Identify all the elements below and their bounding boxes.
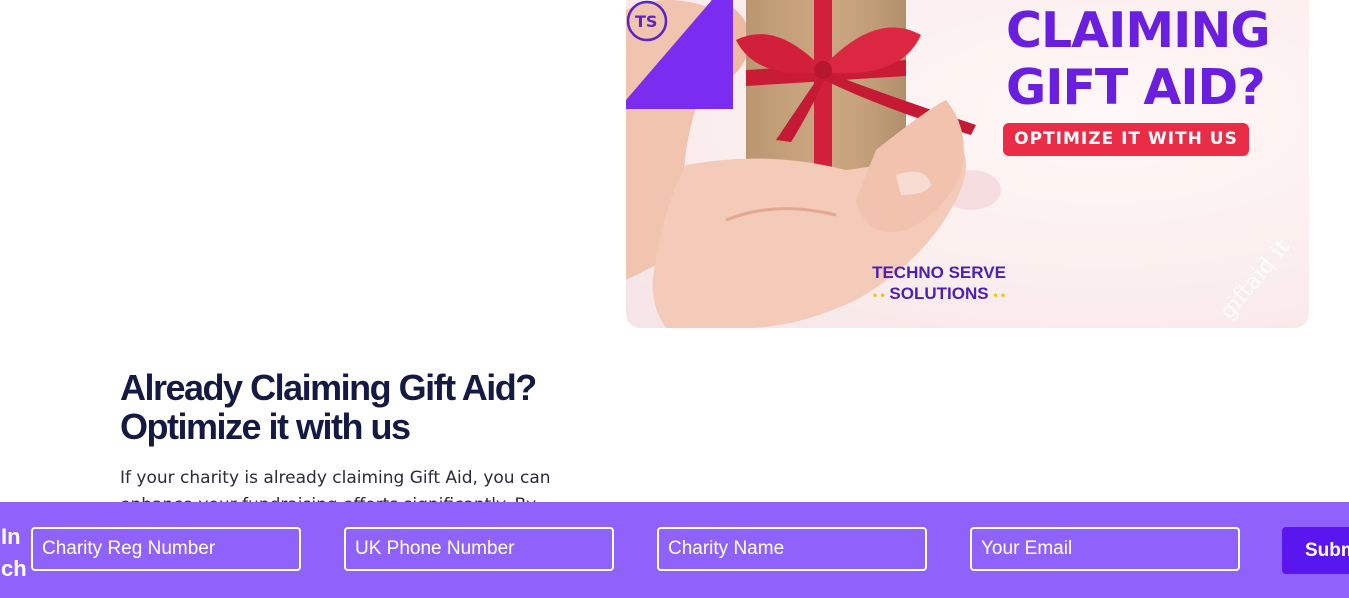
- banner-tagline-pill: OPTIMIZE IT WITH US: [1003, 123, 1249, 156]
- lead-form-bar: In ch Submit: [0, 502, 1349, 598]
- uk-phone-number-input[interactable]: [344, 527, 614, 571]
- gift-aid-banner-image: CLAIMING GIFT AID? OPTIMIZE IT WITH US T…: [626, 0, 1309, 328]
- submit-button[interactable]: Submit: [1282, 527, 1349, 574]
- charity-name-input[interactable]: [657, 527, 927, 571]
- banner-headline: CLAIMING GIFT AID?: [1006, 2, 1271, 116]
- brand-name: TECHNO SERVE • • SOLUTIONS • •: [872, 263, 1006, 303]
- email-input[interactable]: [970, 527, 1240, 571]
- giftaid-corner-ribbon: [626, 0, 733, 109]
- section-title: Already Claiming Gift Aid? Optimize it w…: [120, 367, 537, 447]
- charity-reg-number-input[interactable]: [31, 527, 301, 571]
- form-bar-label: In ch: [1, 524, 27, 581]
